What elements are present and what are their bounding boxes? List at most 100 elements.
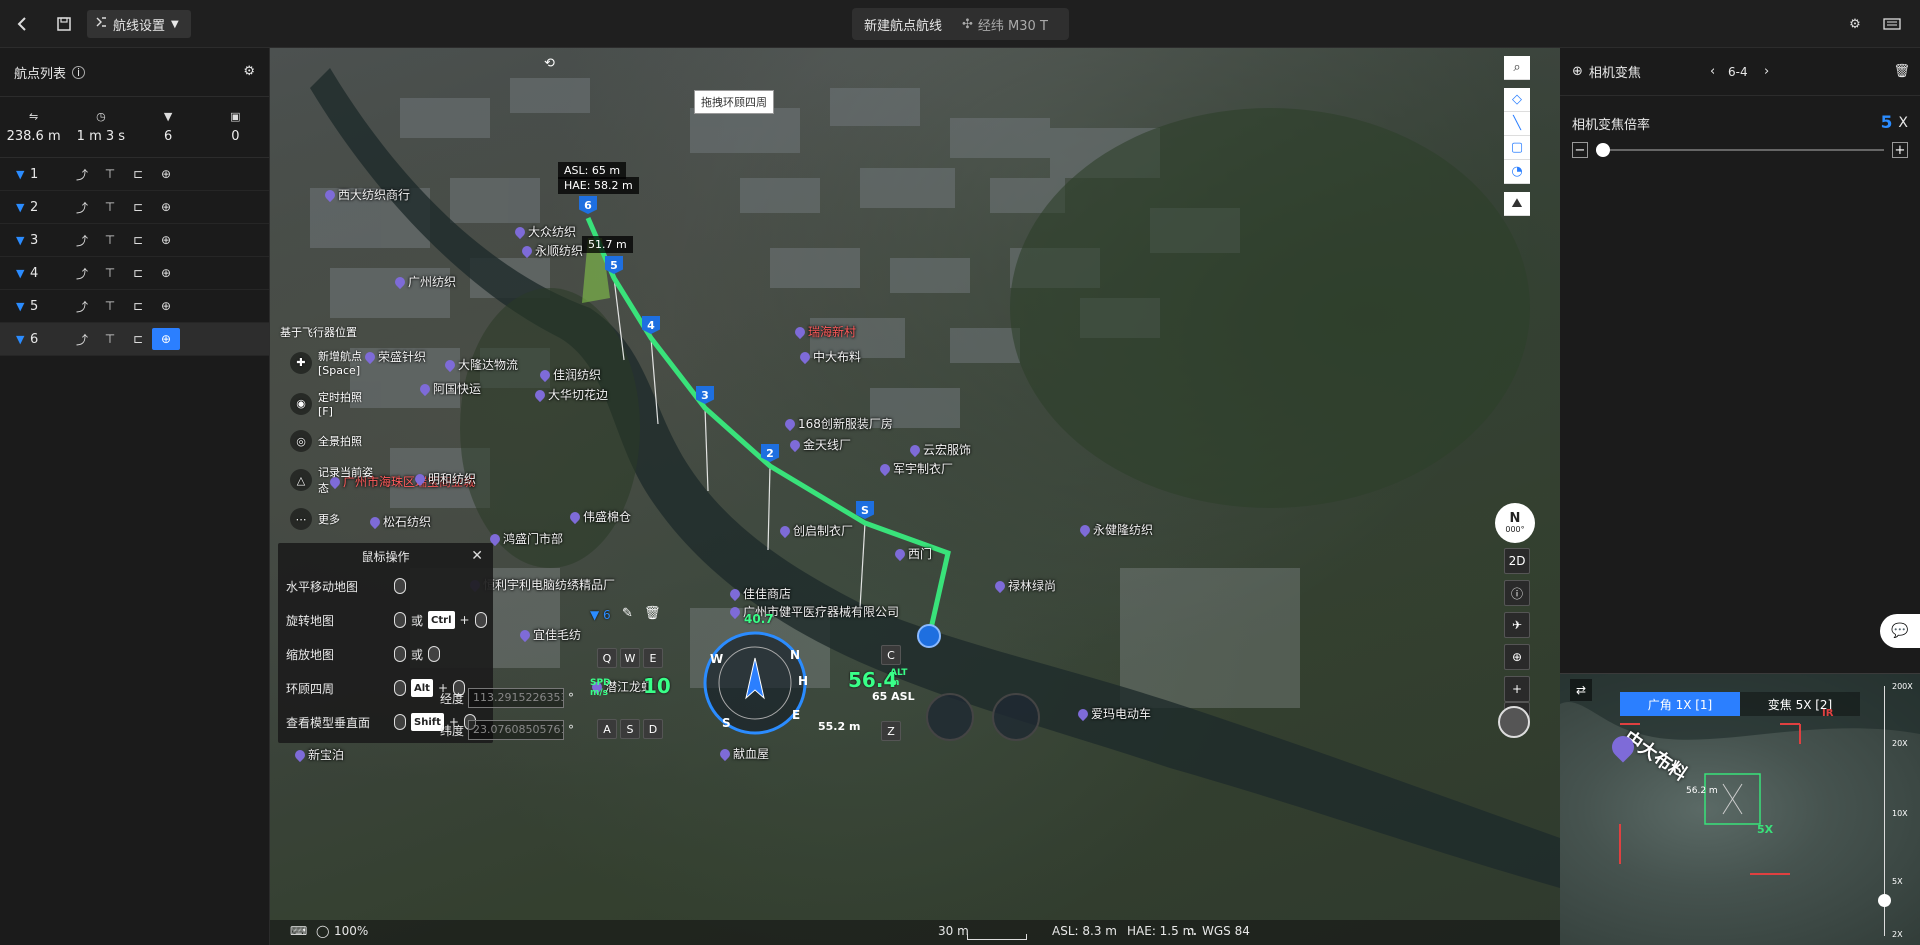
info-icon[interactable]: i [72, 65, 86, 79]
waypoint-row[interactable]: ▼ 5 ⤴ ⊤ ⊏ ⊕ [0, 290, 269, 323]
key-s[interactable]: S [620, 719, 640, 739]
map-compass[interactable]: N 000° [1495, 503, 1535, 543]
map-poi[interactable]: 大隆达物流 [442, 356, 518, 373]
key-c[interactable]: C [881, 645, 901, 665]
camera-action-icon[interactable]: ⊏ [124, 295, 152, 317]
fly-mode-icon[interactable]: ⤴ [68, 163, 96, 185]
search-icon[interactable]: ⌕ [1504, 56, 1530, 80]
map-poi[interactable]: 明和纺织 [412, 470, 476, 487]
map-poi[interactable]: 168创新服装厂房 [782, 415, 893, 432]
settings-gear-icon[interactable]: ⚙ [1845, 10, 1865, 38]
route-settings-button[interactable]: 航线设置 ▼ [87, 10, 191, 38]
zoom-increase-button[interactable]: + [1892, 142, 1908, 158]
map-poi[interactable]: 广州纺织 [392, 273, 456, 290]
zoom-decrease-button[interactable]: − [1572, 142, 1588, 158]
map-poi[interactable]: 创启制衣厂 [777, 522, 853, 539]
delete-action-icon[interactable]: 🗑 [1893, 64, 1910, 79]
zoom-action-icon[interactable]: ⊕ [152, 163, 180, 185]
aircraft-locate-icon[interactable]: ✈ [1504, 612, 1530, 638]
zoom-slider[interactable] [1596, 143, 1884, 157]
aircraft-action-item[interactable]: △ 记录当前姿态 [290, 464, 380, 496]
terrain-follow-icon[interactable]: ⛰ [1504, 192, 1530, 216]
map-poi[interactable]: 云宏服饰 [907, 441, 971, 458]
zoom-scale-thumb[interactable] [1878, 894, 1891, 907]
zoom-action-icon[interactable]: ⊕ [152, 262, 180, 284]
fly-mode-icon[interactable]: ⤴ [68, 262, 96, 284]
latitude-input[interactable]: 23.07608505761 [468, 720, 565, 740]
map-poi[interactable]: 佳润纺织 [537, 366, 601, 383]
map-poi[interactable]: 伟盛棉仓 [567, 508, 631, 525]
camera-action-icon[interactable]: ⊏ [124, 262, 152, 284]
back-icon[interactable] [12, 10, 32, 38]
waypoint-row[interactable]: ▼ 1 ⤴ ⊤ ⊏ ⊕ [0, 158, 269, 191]
zoom-in-icon[interactable]: + [1504, 676, 1530, 702]
circle-tool-icon[interactable]: ◔ [1504, 160, 1530, 184]
map-poi[interactable]: 大华切花边 [532, 386, 608, 403]
gimbal-icon[interactable]: ⊤ [96, 163, 124, 185]
map-poi[interactable]: 禄林绿尚 [992, 577, 1056, 594]
waypoint-row[interactable]: ▼ 6 ⤴ ⊤ ⊏ ⊕ [0, 323, 269, 356]
map-poi[interactable]: 宜佳毛纺 [517, 626, 581, 643]
aircraft-action-item[interactable]: ◉ 定时拍照 [F] [290, 389, 380, 418]
route-name[interactable]: 新建航点航线 [864, 15, 942, 34]
map-poi[interactable]: 永健隆纺织 [1077, 521, 1153, 538]
keyboard-small-icon[interactable]: ⌨ [290, 924, 307, 938]
delete-icon[interactable]: 🗑 [644, 606, 661, 621]
camera-action-icon[interactable]: ⊏ [124, 163, 152, 185]
key-a[interactable]: A [597, 719, 617, 739]
key-z[interactable]: Z [881, 721, 901, 741]
locate-icon[interactable]: ⊕ [1504, 644, 1530, 670]
fly-mode-icon[interactable]: ⤴ [68, 229, 96, 251]
map-poi[interactable]: 中大布料 [797, 348, 861, 365]
map-layer-thumbnail[interactable] [1498, 706, 1530, 738]
map-poi[interactable]: 献血屋 [717, 745, 769, 762]
aircraft-action-item[interactable]: ⋯ 更多 [290, 508, 380, 530]
home-point-icon[interactable] [917, 624, 941, 648]
map-poi[interactable]: 鸿盛门市部 [487, 530, 563, 547]
gimbal-icon[interactable]: ⊤ [96, 229, 124, 251]
waypoint-settings-icon[interactable]: ⚙ [243, 64, 255, 79]
tab-zoom[interactable]: 变焦 5X [2] [1740, 692, 1860, 716]
aircraft-action-item[interactable]: ◎ 全景拍照 [290, 430, 380, 452]
map-poi[interactable]: 新宝泊 [292, 746, 344, 763]
zoom-action-icon[interactable]: ⊕ [152, 229, 180, 251]
keyboard-icon[interactable] [1880, 10, 1904, 38]
gimbal-icon[interactable]: ⊤ [96, 328, 124, 350]
swap-view-icon[interactable]: ⇄ [1570, 679, 1592, 701]
zoom-slider-thumb[interactable] [1596, 143, 1610, 157]
longitude-input[interactable]: 113.29152263536 [468, 688, 565, 708]
map-poi[interactable]: 金天线厂 [787, 436, 851, 453]
polygon-tool-icon[interactable]: ▢ [1504, 136, 1530, 160]
map-poi[interactable]: 佳佳商店 [727, 585, 791, 602]
gimbal-icon[interactable]: ⊤ [96, 295, 124, 317]
map-poi[interactable]: 西门 [892, 545, 932, 562]
gimbal-icon[interactable]: ⊤ [96, 196, 124, 218]
close-icon[interactable]: ✕ [471, 548, 483, 564]
waypoint-row[interactable]: ▼ 3 ⤴ ⊤ ⊏ ⊕ [0, 224, 269, 257]
waypoint-row[interactable]: ▼ 2 ⤴ ⊤ ⊏ ⊕ [0, 191, 269, 224]
2d-toggle-button[interactable]: 2D [1504, 548, 1530, 574]
next-action-icon[interactable]: › [1764, 64, 1769, 79]
gimbal-icon[interactable]: ⊤ [96, 262, 124, 284]
aircraft-action-item[interactable]: ✚ 新增航点 [Space] [290, 348, 380, 377]
rotate-view-icon[interactable]: ⟲ [544, 56, 555, 71]
key-q[interactable]: Q [597, 648, 617, 668]
info-circle-icon[interactable]: ⓘ [1504, 580, 1530, 606]
map-poi[interactable]: 军宇制衣厂 [877, 460, 953, 477]
map-poi[interactable]: 爱玛电动车 [1075, 705, 1151, 722]
map-poi[interactable]: 阿国快运 [417, 380, 481, 397]
fly-mode-icon[interactable]: ⤴ [68, 196, 96, 218]
fly-mode-icon[interactable]: ⤴ [68, 328, 96, 350]
key-e[interactable]: E [643, 648, 663, 668]
camera-action-icon[interactable]: ⊏ [124, 328, 152, 350]
map-view[interactable]: 拖拽环顾四周 ⟲ ASL: 65 m HAE: 58.2 m 51.7 m 65… [270, 48, 1560, 945]
map-poi[interactable]: 瑞海新村 [792, 323, 856, 340]
zoom-action-icon[interactable]: ⊕ [152, 295, 180, 317]
key-d[interactable]: D [643, 719, 663, 739]
camera-preview[interactable]: ⇄ 广角 1X [1] 变焦 5X [2] IR 56.2 m 5X 中大布料 … [1560, 673, 1920, 945]
tab-wide[interactable]: 广角 1X [1] [1620, 692, 1740, 716]
map-poi[interactable]: 永顺纺织 [519, 242, 583, 259]
feedback-chat-icon[interactable]: 💬 [1880, 614, 1920, 648]
zoom-action-icon[interactable]: ⊕ [152, 328, 180, 350]
camera-action-icon[interactable]: ⊏ [124, 196, 152, 218]
